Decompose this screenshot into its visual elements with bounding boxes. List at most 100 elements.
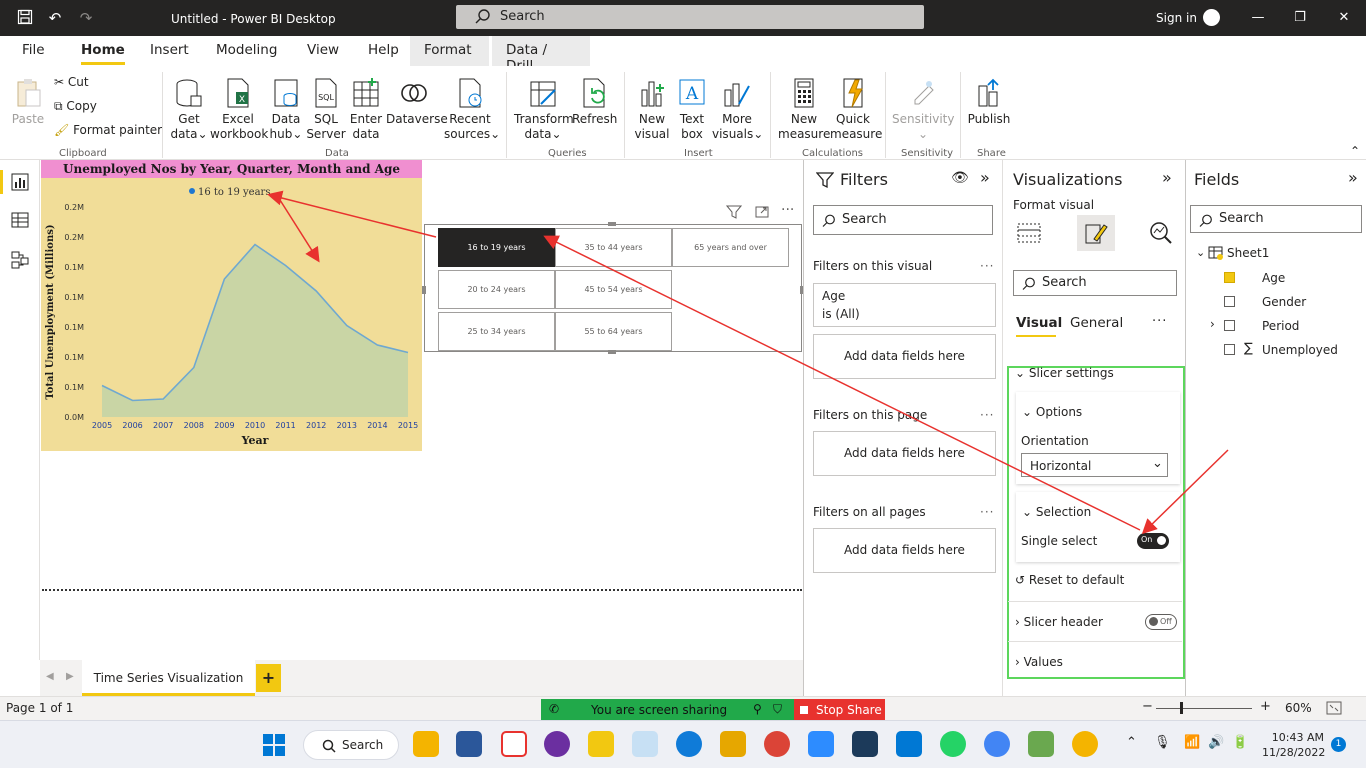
field-checkbox-age[interactable] xyxy=(1224,272,1235,283)
wifi-icon[interactable]: 📶 xyxy=(1184,735,1200,750)
model-view-icon[interactable] xyxy=(10,250,30,270)
field-gender[interactable]: Gender xyxy=(1262,295,1306,309)
tor-browser-icon[interactable] xyxy=(544,731,570,757)
clock[interactable]: 10:43 AM 11/28/2022 xyxy=(1262,730,1325,760)
page-tab-time-series[interactable]: Time Series Visualization xyxy=(82,660,255,696)
zoom-slider-track[interactable] xyxy=(1156,708,1252,709)
collapse-ribbon-icon[interactable]: ⌃ xyxy=(1350,144,1360,158)
eye-icon[interactable]: 👁 xyxy=(951,170,969,186)
table-sheet1[interactable]: Sheet1 xyxy=(1227,246,1269,260)
undo-icon[interactable]: ↶ xyxy=(46,9,64,27)
tab-view[interactable]: View xyxy=(307,42,339,58)
slicer-header-section[interactable]: › Slicer header xyxy=(1015,615,1103,629)
chrome-icon[interactable] xyxy=(764,731,790,757)
enter-data-button[interactable]: Enter data xyxy=(346,76,386,142)
volume-icon[interactable]: 🔊 xyxy=(1208,735,1224,750)
tab-data-drill[interactable]: Data / Drill xyxy=(492,36,590,74)
data-view-icon[interactable] xyxy=(10,210,30,230)
field-checkbox-unemployed[interactable] xyxy=(1224,344,1235,355)
add-page-button[interactable]: + xyxy=(256,664,281,692)
paste-button[interactable]: Paste xyxy=(10,76,46,127)
fit-to-page-icon[interactable] xyxy=(1326,701,1342,715)
slicer-header-toggle[interactable]: Off xyxy=(1145,614,1177,630)
selection-header[interactable]: ⌄ Selection xyxy=(1022,505,1091,519)
slicer-settings-header[interactable]: ⌄ Slicer settings xyxy=(1015,366,1114,380)
area-chart-visual[interactable]: Unemployed Nos by Year, Quarter, Month a… xyxy=(41,160,422,451)
orientation-dropdown[interactable]: Horizontal ⌄ xyxy=(1021,453,1168,477)
reset-to-default-button[interactable]: ↺ Reset to default xyxy=(1015,573,1124,587)
recent-sources-button[interactable]: Recent sources⌄ xyxy=(444,76,500,142)
weather-icon[interactable] xyxy=(1072,731,1098,757)
chevron-down-icon[interactable]: ⌄ xyxy=(1196,246,1205,259)
focus-mode-icon[interactable] xyxy=(754,204,770,220)
refresh-button[interactable]: Refresh xyxy=(572,76,617,127)
slicer-item-65-over[interactable]: 65 years and over xyxy=(672,228,789,267)
add-data-fields-all[interactable]: Add data fields here xyxy=(813,528,996,573)
tools-icon[interactable] xyxy=(720,731,746,757)
slicer-item-25-34[interactable]: 25 to 34 years xyxy=(438,312,555,351)
slicer-item-45-54[interactable]: 45 to 54 years xyxy=(555,270,672,309)
transform-data-button[interactable]: Transform data⌄ xyxy=(514,76,574,142)
field-checkbox-period[interactable] xyxy=(1224,320,1235,331)
filter-icon[interactable] xyxy=(726,204,742,220)
field-period[interactable]: Period xyxy=(1262,319,1299,333)
zoom-out-button[interactable]: − xyxy=(1142,699,1153,714)
tab-format[interactable]: Format xyxy=(410,36,489,66)
new-measure-button[interactable]: New measure xyxy=(778,76,830,142)
store-icon[interactable] xyxy=(456,731,482,757)
chevron-up-icon[interactable]: ⌃ xyxy=(1126,735,1137,750)
stop-share-button[interactable]: Stop Share xyxy=(794,699,885,721)
collapse-pane-icon[interactable]: » xyxy=(1162,168,1172,187)
next-page-icon[interactable]: ▶ xyxy=(66,671,74,682)
file-explorer-icon[interactable] xyxy=(413,731,439,757)
snipping-tool-icon[interactable] xyxy=(501,731,527,757)
build-visual-icon[interactable] xyxy=(1016,221,1042,245)
sql-server-button[interactable]: SQL SQL Server xyxy=(306,76,346,142)
slicer-item-55-64[interactable]: 55 to 64 years xyxy=(555,312,672,351)
filters-search-input[interactable]: Search xyxy=(813,205,993,235)
get-data-button[interactable]: Get data⌄ xyxy=(168,76,210,142)
sensitivity-button[interactable]: Sensitivity ⌄ xyxy=(892,76,954,142)
prev-page-icon[interactable]: ◀ xyxy=(46,671,54,682)
data-hub-button[interactable]: Data hub⌄ xyxy=(266,76,306,142)
restore-icon[interactable]: ❐ xyxy=(1290,8,1310,28)
sign-in-link[interactable]: Sign in xyxy=(1156,11,1197,25)
chevron-right-icon[interactable]: › xyxy=(1210,317,1215,331)
notification-badge[interactable]: 1 xyxy=(1331,737,1346,752)
more-options-icon[interactable]: ··· xyxy=(781,202,794,218)
analytics-icon[interactable] xyxy=(1148,220,1174,246)
field-age[interactable]: Age xyxy=(1262,271,1285,285)
tab-home[interactable]: Home xyxy=(81,42,125,65)
fields-search-input[interactable]: Search xyxy=(1190,205,1362,233)
minimize-icon[interactable]: — xyxy=(1248,8,1268,28)
report-canvas[interactable]: Unemployed Nos by Year, Quarter, Month a… xyxy=(40,160,804,660)
tab-help[interactable]: Help xyxy=(368,42,399,58)
edge-icon[interactable] xyxy=(676,731,702,757)
tab-modeling[interactable]: Modeling xyxy=(216,42,277,58)
slicer-item-16-19[interactable]: 16 to 19 years xyxy=(438,228,555,267)
dataverse-button[interactable]: Dataverse xyxy=(386,76,448,127)
more-options-icon[interactable]: ··· xyxy=(980,259,994,273)
copy-button[interactable]: ⧉ Copy xyxy=(54,99,97,114)
chrome-profile-icon[interactable] xyxy=(984,731,1010,757)
tab-general[interactable]: General xyxy=(1070,315,1123,331)
zoom-in-button[interactable]: + xyxy=(1260,699,1271,714)
save-icon[interactable] xyxy=(16,9,34,27)
cut-button[interactable]: ✂ Cut xyxy=(54,75,89,89)
more-visuals-button[interactable]: More visuals⌄ xyxy=(712,76,763,142)
report-view-icon[interactable] xyxy=(10,172,30,192)
microphone-icon[interactable]: 🎙 xyxy=(1154,735,1171,750)
add-data-fields-visual[interactable]: Add data fields here xyxy=(813,334,996,379)
slicer-item-20-24[interactable]: 20 to 24 years xyxy=(438,270,555,309)
age-filter-card[interactable]: Age is (All) xyxy=(813,283,996,327)
mic-off-icon[interactable]: ⚲ xyxy=(753,702,762,716)
matlab-icon[interactable] xyxy=(852,731,878,757)
collapse-pane-icon[interactable]: » xyxy=(1348,168,1358,187)
windows-start-icon[interactable] xyxy=(263,734,285,756)
tab-visual[interactable]: Visual xyxy=(1016,315,1062,331)
more-options-icon[interactable]: ··· xyxy=(980,505,994,519)
format-visual-tab[interactable] xyxy=(1077,215,1115,251)
single-select-toggle[interactable]: On xyxy=(1137,533,1169,549)
field-checkbox-gender[interactable] xyxy=(1224,296,1235,307)
more-options-icon[interactable]: ··· xyxy=(980,408,994,422)
